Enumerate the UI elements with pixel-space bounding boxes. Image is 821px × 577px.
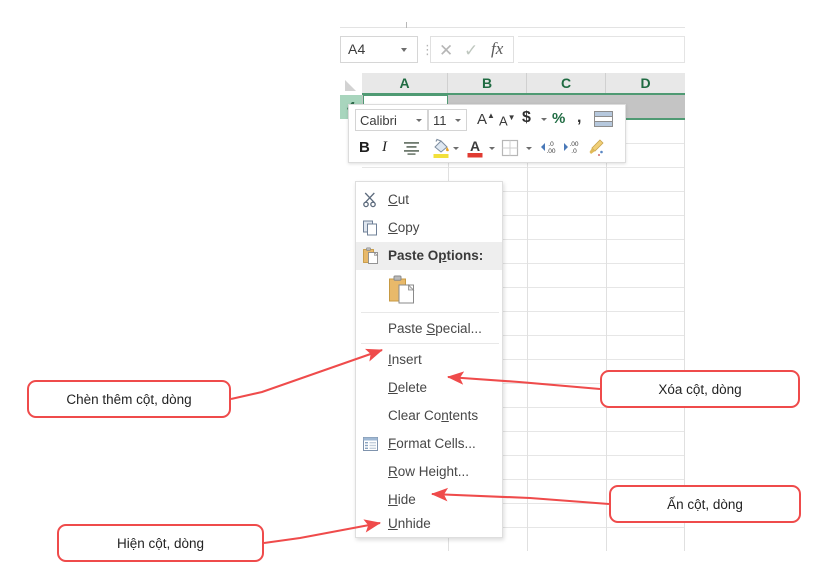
menu-item-clear-contents[interactable]: Clear Contents	[356, 402, 502, 430]
decrease-decimal-icon[interactable]: .00 .0	[562, 139, 582, 159]
callout-text: Xóa cột, dòng	[658, 381, 742, 397]
increase-decimal-icon[interactable]: .0 .00	[539, 139, 559, 159]
callout-text: Chèn thêm cột, dòng	[66, 391, 192, 407]
chevron-down-icon[interactable]	[453, 147, 459, 150]
align-center-icon[interactable]	[403, 140, 420, 159]
formula-bar-buttons: ✕ ✓ fx	[430, 36, 514, 63]
menu-separator	[361, 343, 499, 344]
format-painter-icon[interactable]	[587, 138, 605, 161]
column-header-c[interactable]: C	[527, 73, 606, 94]
mini-floating-toolbar[interactable]: Calibri 11 A▲ A▼ $ % , B I A .0 .00 .00 …	[348, 104, 626, 163]
menu-item-label: Unhide	[388, 516, 431, 531]
formula-input[interactable]	[518, 36, 685, 63]
menu-item-label: Paste Options:	[388, 248, 484, 263]
svg-text:A: A	[470, 138, 480, 154]
mini-toolbar-row-1: Calibri 11 A▲ A▼ $ % ,	[349, 105, 625, 135]
clipboard-icon	[362, 247, 380, 265]
menu-item-paste-keep-source-formatting[interactable]	[356, 270, 502, 310]
copy-pages-icon	[362, 219, 380, 237]
menu-item-format-cells[interactable]: Format Cells...	[356, 430, 502, 458]
column-header-b[interactable]: B	[448, 73, 527, 94]
callout-hide: Ấn cột, dòng	[609, 485, 801, 523]
callout-text: Hiện cột, dòng	[116, 535, 205, 551]
gridline-h	[362, 167, 685, 168]
ruler-tick-mark	[406, 22, 407, 28]
conditional-formatting-icon[interactable]	[594, 111, 613, 130]
select-all-corner[interactable]	[340, 73, 362, 94]
callout-delete: Xóa cột, dòng	[600, 370, 800, 408]
menu-item-label: Clear Contents	[388, 408, 479, 423]
svg-text:.00: .00	[569, 141, 578, 148]
chevron-down-icon[interactable]	[526, 147, 532, 150]
menu-item-label: Paste Special...	[388, 321, 482, 336]
cell-context-menu[interactable]: Cut Copy Paste Options: Paste Special...…	[355, 181, 503, 538]
menu-item-label: Format Cells...	[388, 436, 476, 451]
chevron-down-icon[interactable]	[489, 147, 495, 150]
menu-item-label: Hide	[388, 492, 416, 507]
mini-toolbar-row-2: B I A .0 .00 .00 .0	[349, 135, 625, 164]
callout-insert: Chèn thêm cột, dòng	[27, 380, 231, 418]
bold-button[interactable]: B	[359, 139, 370, 156]
menu-separator	[361, 312, 499, 313]
menu-item-copy[interactable]: Copy	[356, 214, 502, 242]
font-size-select[interactable]: 11	[428, 109, 467, 131]
accounting-format-icon[interactable]: $	[522, 109, 531, 127]
chevron-down-icon[interactable]	[541, 118, 547, 121]
comma-style-icon[interactable]: ,	[577, 109, 581, 127]
menu-item-label: Copy	[388, 220, 420, 235]
clipboard-paste-large-icon[interactable]	[388, 274, 418, 311]
chevron-down-icon[interactable]	[401, 48, 407, 52]
italic-button[interactable]: I	[382, 139, 387, 156]
menu-item-label: Delete	[388, 380, 428, 395]
scissors-icon	[362, 191, 380, 209]
menu-item-unhide[interactable]: Unhide	[356, 510, 502, 538]
grow-font-icon[interactable]: A▲	[477, 111, 495, 128]
shrink-font-icon[interactable]: A▼	[499, 113, 516, 128]
name-box-resize-handle[interactable]	[421, 41, 424, 58]
menu-item-insert[interactable]: Insert	[356, 346, 502, 374]
svg-text:.00: .00	[546, 148, 555, 155]
svg-text:.0: .0	[571, 148, 577, 155]
menu-item-row-height[interactable]: Row Height...	[356, 458, 502, 486]
format-cells-icon	[362, 435, 380, 453]
menu-item-delete[interactable]: Delete	[356, 374, 502, 402]
svg-text:.0: .0	[548, 141, 554, 148]
ruler-line	[340, 27, 685, 28]
chevron-down-icon[interactable]	[416, 119, 422, 122]
font-name-select[interactable]: Calibri	[355, 109, 428, 131]
chevron-down-icon[interactable]	[455, 119, 461, 122]
name-box[interactable]: A4	[340, 36, 418, 63]
font-color-icon[interactable]: A	[465, 137, 485, 162]
shrink-font-label: A	[499, 113, 508, 129]
insert-function-fx-icon[interactable]: fx	[491, 39, 503, 59]
column-header-a[interactable]: A	[362, 73, 448, 94]
grow-font-label: A	[477, 111, 488, 128]
menu-item-cut[interactable]: Cut	[356, 186, 502, 214]
percent-format-icon[interactable]: %	[552, 110, 565, 127]
font-size-value: 11	[433, 113, 447, 128]
gridline-v	[684, 95, 685, 551]
callout-unhide: Hiện cột, dòng	[57, 524, 264, 562]
menu-item-paste-special[interactable]: Paste Special...	[356, 315, 502, 343]
callout-text: Ấn cột, dòng	[667, 496, 743, 512]
menu-item-paste-options[interactable]: Paste Options:	[356, 242, 502, 270]
confirm-check-icon[interactable]: ✓	[464, 41, 478, 61]
menu-item-label: Insert	[388, 352, 422, 367]
fill-color-icon[interactable]	[431, 138, 451, 162]
font-name-value: Calibri	[360, 113, 397, 128]
menu-item-label: Cut	[388, 192, 410, 207]
column-header-d[interactable]: D	[606, 73, 685, 94]
name-box-value: A4	[348, 41, 366, 57]
cancel-x-icon[interactable]: ✕	[439, 41, 453, 61]
menu-item-label: Row Height...	[388, 464, 470, 479]
borders-icon[interactable]	[501, 139, 519, 160]
select-all-triangle-icon	[345, 80, 356, 91]
